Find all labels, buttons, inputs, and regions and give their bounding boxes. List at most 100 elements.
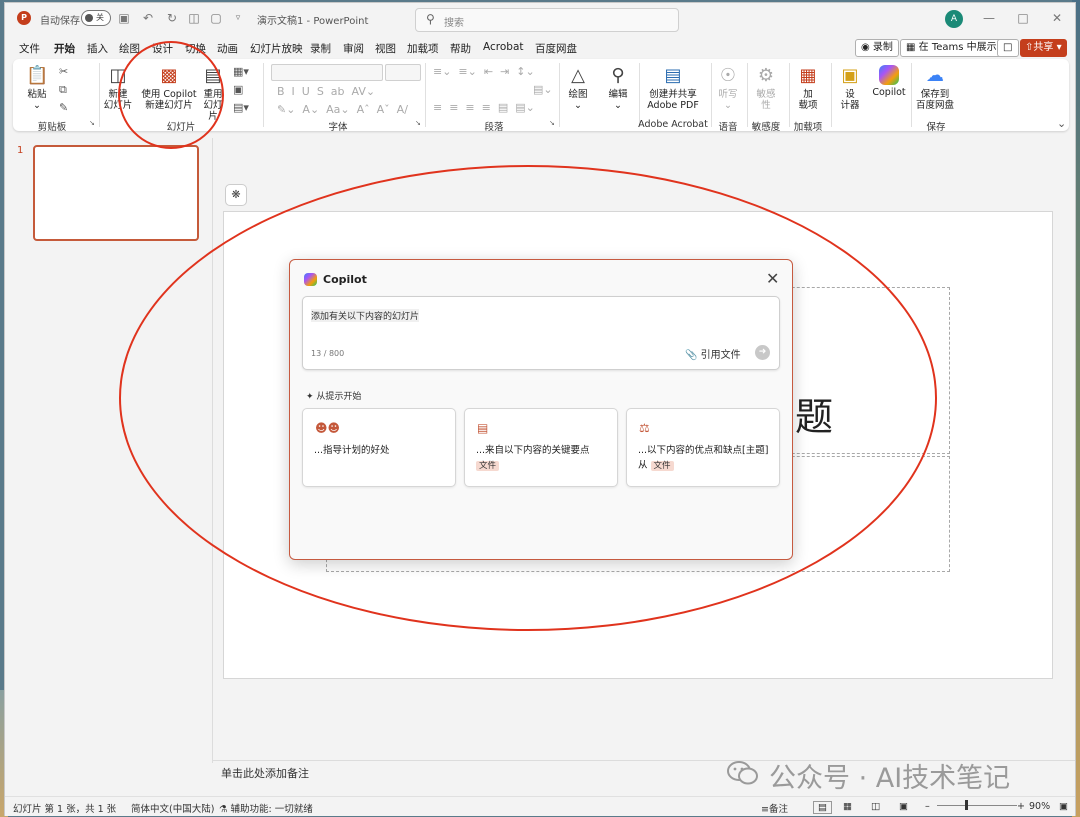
drawing-button[interactable]: △ 绘图 ⌄ bbox=[563, 65, 593, 111]
pdf-icon: ▤ bbox=[664, 65, 682, 86]
redo-icon[interactable]: ↻ bbox=[165, 11, 179, 25]
text-direction-icon[interactable]: ▤⌄ bbox=[533, 83, 553, 96]
autosave-toggle[interactable]: 关 bbox=[81, 10, 111, 26]
zoom-in-icon[interactable]: + bbox=[1017, 801, 1025, 812]
comments-icon[interactable]: □ bbox=[997, 39, 1019, 57]
teams-present-button[interactable]: ▦ 在 Teams 中展示 bbox=[900, 39, 1003, 57]
record-button[interactable]: ◉ 录制 bbox=[855, 39, 899, 57]
create-pdf-button[interactable]: ▤ 创建并共享 Adobe PDF bbox=[645, 65, 701, 111]
cut-icon[interactable]: ✂ bbox=[59, 65, 68, 78]
reset-icon[interactable]: ▣ bbox=[233, 83, 243, 96]
tab-record[interactable]: 录制 bbox=[310, 41, 331, 56]
status-bar: 幻灯片 第 1 张，共 1 张 简体中文(中国大陆) ⚗ 辅助功能: 一切就绪 … bbox=[5, 796, 1075, 816]
copilot-chip-icon[interactable]: ❋ bbox=[225, 184, 247, 206]
clipboard-launcher-icon[interactable]: ↘ bbox=[89, 119, 95, 127]
annotation-ellipse bbox=[119, 165, 937, 631]
fit-to-window-icon[interactable]: ▣ bbox=[1059, 801, 1068, 812]
copilot-button[interactable]: Copilot bbox=[869, 65, 909, 98]
undo-icon[interactable]: ↶ bbox=[141, 11, 155, 25]
tab-file[interactable]: 文件 bbox=[19, 41, 40, 56]
bold-icon[interactable]: B I U S ab AV⌄ bbox=[277, 85, 375, 98]
font-size-field[interactable] bbox=[385, 64, 421, 81]
customize-toolbar-icon[interactable]: ▿ bbox=[231, 11, 245, 25]
zoom-slider-handle[interactable] bbox=[965, 800, 968, 810]
normal-view-icon[interactable]: ▤ bbox=[813, 801, 832, 814]
paste-button[interactable]: 📋 粘贴 ⌄ bbox=[21, 65, 53, 111]
autosave-label: 自动保存 bbox=[40, 16, 80, 27]
maximize-icon[interactable]: □ bbox=[1015, 11, 1031, 25]
tab-animations[interactable]: 动画 bbox=[217, 41, 238, 56]
slideshow-view-icon[interactable]: ▣ bbox=[899, 801, 908, 812]
designer-icon: ▣ bbox=[841, 65, 859, 86]
copy-icon[interactable]: ⧉ bbox=[59, 83, 67, 97]
tab-acrobat[interactable]: Acrobat bbox=[483, 41, 524, 53]
slideshow-icon[interactable]: ▢ bbox=[209, 11, 223, 25]
slide-thumb-number: 1 bbox=[17, 145, 24, 156]
tab-review[interactable]: 审阅 bbox=[343, 41, 364, 56]
accessibility-status[interactable]: ⚗ 辅助功能: 一切就绪 bbox=[219, 801, 313, 815]
language-status[interactable]: 简体中文(中国大陆) bbox=[131, 801, 214, 815]
format-painter-icon[interactable]: ✎ bbox=[59, 101, 68, 114]
find-icon: ⚲ bbox=[611, 65, 625, 86]
font-color-icon[interactable]: ✎⌄ A⌄ Aa⌄ Aˆ Aˇ A∕ bbox=[277, 103, 408, 116]
reading-view-icon[interactable]: ◫ bbox=[871, 801, 880, 812]
notes-button[interactable]: ≡备注 bbox=[761, 801, 788, 815]
title-bar: P 自动保存 关 ▣ ↶ ↻ ◫ ▢ ▿ 演示文稿1 - PowerPoint … bbox=[5, 3, 1075, 35]
bullets-icon[interactable]: ≡⌄ ≡⌄ ⇤ ⇥ ↕⌄ bbox=[433, 65, 535, 78]
close-icon[interactable]: ✕ bbox=[1049, 11, 1065, 25]
paragraph-launcher-icon[interactable]: ↘ bbox=[549, 119, 555, 127]
tab-addins[interactable]: 加载项 bbox=[407, 41, 439, 56]
slide-thumbnail[interactable] bbox=[33, 145, 199, 241]
tab-baidu[interactable]: 百度网盘 bbox=[535, 41, 577, 56]
editing-button[interactable]: ⚲ 编辑 ⌄ bbox=[603, 65, 633, 111]
font-group-label: 字体 bbox=[328, 122, 348, 133]
avatar[interactable]: A bbox=[945, 10, 963, 28]
zoom-out-icon[interactable]: – bbox=[925, 801, 930, 812]
search-box[interactable]: ⚲ 搜索 bbox=[415, 8, 679, 32]
tab-slideshow[interactable]: 幻灯片放映 bbox=[250, 41, 303, 56]
powerpoint-logo-icon: P bbox=[17, 11, 31, 25]
addins-button[interactable]: ▦ 加载项 bbox=[795, 65, 821, 111]
tab-help[interactable]: 帮助 bbox=[450, 41, 471, 56]
zoom-slider[interactable] bbox=[937, 805, 1017, 806]
share-button[interactable]: ⇧共享 ▾ bbox=[1020, 39, 1067, 57]
search-placeholder: 搜索 bbox=[444, 18, 464, 29]
accessibility-icon: ⚗ bbox=[219, 804, 231, 815]
tab-view[interactable]: 视图 bbox=[375, 41, 396, 56]
save-icon[interactable]: ▣ bbox=[117, 11, 131, 25]
clipboard-icon: 📋 bbox=[26, 65, 49, 86]
dictate-button[interactable]: ☉ 听写 ⌄ bbox=[715, 65, 741, 111]
font-name-field[interactable] bbox=[271, 64, 383, 81]
notes-placeholder[interactable]: 单击此处添加备注 bbox=[221, 765, 309, 781]
present-from-start-icon[interactable]: ◫ bbox=[187, 11, 201, 25]
powerpoint-window: P 自动保存 关 ▣ ↶ ↻ ◫ ▢ ▿ 演示文稿1 - PowerPoint … bbox=[4, 2, 1076, 816]
acrobat-group-label: Adobe Acrobat bbox=[638, 119, 708, 130]
designer-button[interactable]: ▣ 设计器 bbox=[837, 65, 863, 111]
minimize-icon[interactable]: — bbox=[981, 11, 997, 25]
window-title: 演示文稿1 - PowerPoint bbox=[257, 16, 369, 27]
clipboard-group-label: 剪贴板 bbox=[37, 122, 67, 133]
tab-home[interactable]: 开始 bbox=[54, 41, 75, 61]
layout-icon[interactable]: ▦▾ bbox=[233, 65, 249, 78]
tab-insert[interactable]: 插入 bbox=[87, 41, 108, 56]
microphone-icon: ☉ bbox=[719, 65, 737, 86]
ribbon-collapse-icon[interactable]: ⌄ bbox=[1057, 117, 1066, 130]
zoom-level[interactable]: 90% bbox=[1029, 801, 1050, 812]
font-launcher-icon[interactable]: ↘ bbox=[415, 119, 421, 127]
notes-icon: ≡ bbox=[761, 804, 769, 815]
align-icon[interactable]: ≡ ≡ ≡ ≡ ▤ ▤⌄ bbox=[433, 101, 535, 114]
search-icon: ⚲ bbox=[426, 12, 435, 26]
sensitivity-group-label: 敏感度 bbox=[751, 122, 781, 133]
baidu-cloud-icon: ☁ bbox=[926, 65, 944, 86]
annotation-circle bbox=[118, 41, 224, 149]
save-baidu-button[interactable]: ☁ 保存到 百度网盘 bbox=[915, 65, 955, 111]
copilot-icon bbox=[879, 65, 899, 85]
shapes-icon: △ bbox=[571, 65, 585, 86]
record-icon: ◉ bbox=[861, 42, 873, 53]
section-icon[interactable]: ▤▾ bbox=[233, 101, 249, 114]
sensitivity-button[interactable]: ⚙ 敏感性 bbox=[753, 65, 779, 111]
slide-sorter-icon[interactable]: ▦ bbox=[843, 801, 852, 812]
watermark-text: 公众号 · AI技术笔记 bbox=[769, 763, 1011, 794]
voice-group-label: 语音 bbox=[718, 122, 738, 133]
wechat-logo-icon bbox=[727, 761, 758, 785]
